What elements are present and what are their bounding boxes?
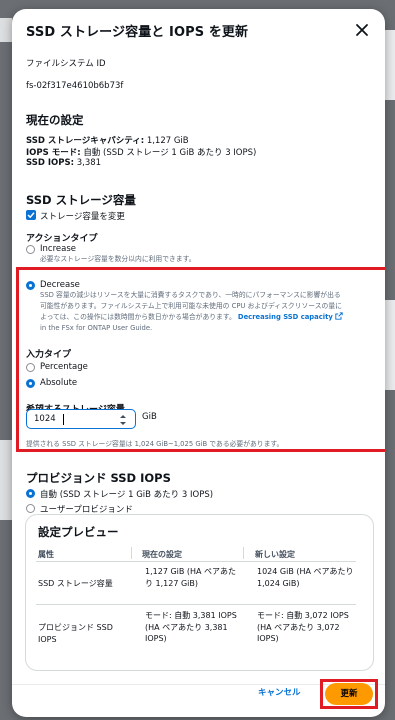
percentage-label: Percentage [40,362,88,372]
current-capacity-value: 1,127 GiB [146,136,189,146]
close-button[interactable] [351,19,373,41]
table-row-1-current: 1,127 GiB (HA ペアあたり 1,127 GiB) [145,567,237,588]
table-row-2-current: モード: 自動 3,381 IOPS (HA ペアあたり 3,381 IOPS) [145,611,237,643]
update-button[interactable]: 更新 [325,683,373,705]
absolute-label: Absolute [40,378,78,388]
increase-radio[interactable] [26,245,35,254]
file-system-id-label: ファイルシステム ID [26,59,106,69]
modal-header: SSD ストレージ容量と IOPS を更新 [12,9,385,53]
decrease-label: Decrease [40,280,80,290]
decrease-radio[interactable] [26,281,35,290]
stepper-arrows-icon[interactable] [119,412,127,426]
iops-auto-label: 自動 (SSD ストレージ 1 GiB あたり 3 IOPS) [40,490,214,500]
table-row-divider [36,604,356,605]
external-link-icon [335,312,343,320]
checkmark-icon [27,212,35,219]
table-header-divider [36,561,356,562]
close-icon [356,24,368,36]
text-caret [63,414,64,425]
provisioned-iops-heading: プロビジョンド SSD IOPS [26,471,171,485]
current-ssd-iops-label: SSD IOPS: [26,158,75,168]
increase-label: Increase [40,244,76,254]
percentage-radio[interactable] [26,363,35,372]
table-row-2-attribute: プロビジョンド SSD IOPS [38,623,113,644]
decrease-description-line-1: SSD 容量の減少はリソースを大量に消費するタスクであり、一時的にパフォーマンス… [40,291,341,299]
column-divider [243,547,244,559]
background-panel [0,440,12,520]
modal-title: SSD ストレージ容量と IOPS を更新 [26,25,249,40]
table-row-2-new: モード: 自動 3,072 IOPS (HA ペアあたり 3,072 IOPS) [257,611,349,643]
capacity-constraint-text: 提供される SSD ストレージ容量は 1,024 GiB~1,025 GiB で… [26,440,284,448]
background-panel [0,18,12,42]
table-row-1-new: 1024 GiB (HA ペアあたり 1,024 GiB) [257,567,354,588]
column-header-attribute: 属性 [38,550,54,559]
current-capacity: SSD ストレージキャパシティ: 1,127 GiB [26,134,189,146]
iops-auto-radio[interactable] [26,489,35,498]
current-settings-heading: 現在の設定 [26,113,84,127]
current-ssd-iops: SSD IOPS: 3,381 [26,158,101,168]
desired-capacity-value: 1024 [34,414,56,424]
change-capacity-label: ストレージ容量を変更 [40,212,125,222]
cancel-button[interactable]: キャンセル [258,686,301,698]
decrease-description-text: よっては、この操作には数時間から数日かかる場合があります。 [40,313,236,321]
decrease-description-line-2: 可能性があります。ファイルシステム上で利用可能な未使用の CPU およびディスク… [40,302,342,310]
action-type-label: アクションタイプ [26,234,98,244]
input-type-label: 入力タイプ [26,350,72,360]
table-row-1-attribute: SSD ストレージ容量 [38,579,113,588]
current-iops-mode-label: IOPS モード: [26,148,81,158]
decreasing-ssd-capacity-link[interactable]: Decreasing SSD capacity [238,313,333,321]
current-iops-mode: IOPS モード: 自動 (SSD ストレージ 1 GiB あたり 3 IOPS… [26,146,256,158]
iops-user-provisioned-radio[interactable] [26,504,35,513]
absolute-radio[interactable] [26,379,35,388]
ssd-capacity-heading: SSD ストレージ容量 [26,193,136,207]
change-capacity-checkbox[interactable] [26,210,36,220]
preview-heading: 設定プレビュー [38,525,119,539]
increase-description: 必要なストレージ容量を数分以内に利用できます。 [40,255,196,263]
current-capacity-label: SSD ストレージキャパシティ: [26,136,145,146]
current-ssd-iops-value: 3,381 [76,158,102,168]
column-header-new: 新しい設定 [255,550,295,559]
decrease-description-line-3: よっては、この操作には数時間から数日かかる場合があります。 Decreasing… [40,312,343,323]
decrease-description-line-4: in the FSx for ONTAP User Guide. [40,324,153,332]
file-system-id-value: fs-02f317e4610b6b73f [26,81,124,91]
capacity-unit: GiB [142,412,157,422]
desired-capacity-input[interactable]: 1024 [26,409,136,429]
column-header-current: 現在の設定 [142,550,182,559]
current-iops-mode-value: 自動 (SSD ストレージ 1 GiB あたり 3 IOPS) [83,148,257,158]
column-divider [131,547,132,559]
